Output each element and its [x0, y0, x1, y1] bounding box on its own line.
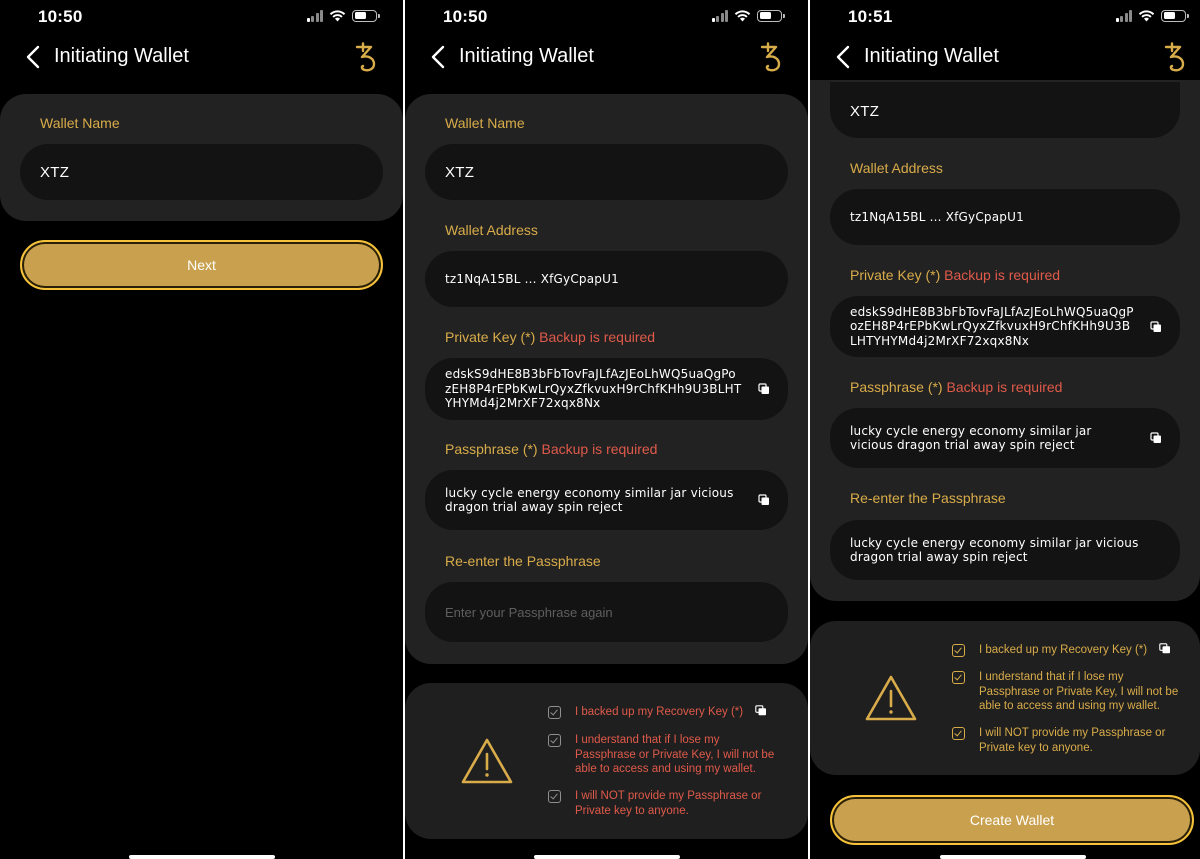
reenter-passphrase-value: lucky cycle energy economy similar jar v…	[850, 535, 1139, 565]
warning-triangle-icon	[865, 675, 917, 721]
status-bar: 10:50	[405, 0, 808, 34]
check-not-provide[interactable]: I will NOT provide my Passphrase or Priv…	[548, 789, 778, 818]
copy-icon[interactable]	[1150, 321, 1162, 333]
checkbox-check-icon[interactable]	[952, 671, 965, 684]
header: Initiating Wallet	[810, 34, 1200, 80]
wallet-name-field[interactable]: XTZ	[20, 144, 383, 200]
copy-icon[interactable]	[1159, 643, 1171, 654]
passphrase-label: Passphrase (*) Backup is required	[445, 441, 658, 457]
checkbox-check-icon[interactable]	[548, 790, 561, 803]
reenter-passphrase-placeholder: Enter your Passphrase again	[445, 604, 613, 620]
wallet-address-value: tz1NqA15BL ... XfGyCpapU1	[850, 209, 1024, 224]
home-indicator	[534, 855, 680, 859]
battery-icon	[352, 9, 380, 22]
screen-2: 10:50 Initiating Wallet Wallet Name XTZ …	[405, 0, 808, 859]
create-wallet-button-label: Create Wallet	[969, 812, 1055, 828]
passphrase-value: lucky cycle energy economy similar jar v…	[445, 485, 734, 515]
check-understand[interactable]: I understand that if I lose my Passphras…	[548, 733, 778, 777]
backup-required: Backup is required	[535, 329, 656, 345]
home-indicator	[129, 855, 275, 859]
wifi-icon	[734, 10, 751, 22]
wifi-icon	[1138, 10, 1155, 22]
wallet-address-field: tz1NqA15BL ... XfGyCpapU1	[425, 251, 788, 307]
backup-required: Backup is required	[942, 379, 1063, 395]
wallet-name-field[interactable]: XTZ	[830, 82, 1180, 138]
check-backup[interactable]: I backed up my Recovery Key (*)	[952, 643, 1192, 658]
page-title: Initiating Wallet	[459, 45, 594, 67]
reenter-passphrase-label: Re-enter the Passphrase	[445, 553, 601, 569]
signal-icon	[1115, 9, 1132, 22]
private-key-field: edskS9dHE8B3bFbTovFaJLfAzJEoLhWQ5uaQgPoz…	[425, 358, 788, 420]
passphrase-field: lucky cycle energy economy similar jar v…	[830, 408, 1180, 468]
private-key-value: edskS9dHE8B3bFbTovFaJLfAzJEoLhWQ5uaQgPoz…	[445, 367, 742, 411]
header: Initiating Wallet	[0, 34, 403, 80]
copy-icon[interactable]	[1150, 432, 1162, 444]
wallet-name-label: Wallet Name	[445, 115, 525, 131]
status-time: 10:50	[38, 7, 83, 26]
wallet-form-panel: Wallet Name XTZ Wallet Address tz1NqA15B…	[405, 94, 808, 664]
reenter-passphrase-input[interactable]: lucky cycle energy economy similar jar v…	[830, 520, 1180, 580]
status-time: 10:51	[848, 7, 893, 26]
wallet-address-label: Wallet Address	[850, 160, 943, 176]
wallet-form-panel: XTZ Wallet Address tz1NqA15BL ... XfGyCp…	[810, 80, 1200, 601]
passphrase-field: lucky cycle energy economy similar jar v…	[425, 470, 788, 530]
passphrase-value: lucky cycle energy economy similar jar v…	[850, 423, 1092, 453]
signal-icon	[306, 9, 323, 22]
screen-3: 10:51 Initiating Wallet XTZ Wallet Addre…	[810, 0, 1200, 859]
private-key-label: Private Key (*) Backup is required	[445, 329, 656, 345]
wallet-name-field[interactable]: XTZ	[425, 144, 788, 200]
signal-icon	[711, 9, 728, 22]
home-indicator	[940, 855, 1086, 859]
chevron-left-icon[interactable]	[429, 44, 447, 70]
page-title: Initiating Wallet	[864, 45, 999, 67]
confirmation-panel: I backed up my Recovery Key (*) I unders…	[810, 621, 1200, 775]
tezos-logo-icon	[760, 42, 781, 72]
private-key-field: edskS9dHE8B3bFbTovFaJLfAzJEoLhWQ5uaQgPoz…	[830, 296, 1180, 357]
checkbox-check-icon[interactable]	[548, 734, 561, 747]
tezos-logo-icon	[1164, 42, 1185, 72]
wallet-address-value: tz1NqA15BL ... XfGyCpapU1	[445, 271, 619, 286]
header: Initiating Wallet	[405, 34, 808, 80]
next-button[interactable]: Next	[20, 240, 383, 290]
status-bar: 10:51	[810, 0, 1200, 34]
status-bar: 10:50	[0, 0, 403, 34]
wallet-form-panel: Wallet Name XTZ	[0, 94, 403, 221]
passphrase-label: Passphrase (*) Backup is required	[850, 379, 1063, 395]
checkbox-check-icon[interactable]	[548, 706, 561, 719]
checkbox-check-icon[interactable]	[952, 727, 965, 740]
copy-icon[interactable]	[758, 494, 770, 506]
backup-required: Backup is required	[940, 267, 1061, 283]
check-understand[interactable]: I understand that if I lose my Passphras…	[952, 670, 1182, 714]
wallet-name-value: XTZ	[40, 163, 70, 181]
wallet-name-value: XTZ	[850, 103, 880, 120]
confirmation-panel: I backed up my Recovery Key (*) I unders…	[405, 683, 808, 839]
wallet-address-field: tz1NqA15BL ... XfGyCpapU1	[830, 189, 1180, 245]
wallet-address-label: Wallet Address	[445, 222, 538, 238]
screen-1: 10:50 Initiating Wallet Wallet Name XTZ …	[0, 0, 403, 859]
create-wallet-button[interactable]: Create Wallet	[830, 795, 1194, 845]
page-title: Initiating Wallet	[54, 45, 189, 67]
status-time: 10:50	[443, 7, 488, 26]
copy-icon[interactable]	[758, 383, 770, 395]
chevron-left-icon[interactable]	[834, 44, 852, 70]
chevron-left-icon[interactable]	[24, 44, 42, 70]
copy-icon[interactable]	[755, 705, 767, 716]
battery-icon	[757, 9, 785, 22]
wifi-icon	[329, 10, 346, 22]
wallet-name-value: XTZ	[445, 163, 475, 181]
wallet-name-label: Wallet Name	[40, 115, 120, 131]
private-key-value: edskS9dHE8B3bFbTovFaJLfAzJEoLhWQ5uaQgPoz…	[850, 304, 1134, 348]
reenter-passphrase-input[interactable]: Enter your Passphrase again	[425, 582, 788, 642]
checkbox-check-icon[interactable]	[952, 644, 965, 657]
private-key-label: Private Key (*) Backup is required	[850, 267, 1061, 283]
reenter-passphrase-label: Re-enter the Passphrase	[850, 490, 1006, 506]
check-not-provide[interactable]: I will NOT provide my Passphrase or Priv…	[952, 726, 1182, 755]
warning-triangle-icon	[461, 738, 513, 784]
next-button-label: Next	[187, 257, 216, 273]
tezos-logo-icon	[355, 42, 376, 72]
backup-required: Backup is required	[537, 441, 658, 457]
check-backup[interactable]: I backed up my Recovery Key (*)	[548, 705, 788, 720]
battery-icon	[1161, 9, 1189, 22]
